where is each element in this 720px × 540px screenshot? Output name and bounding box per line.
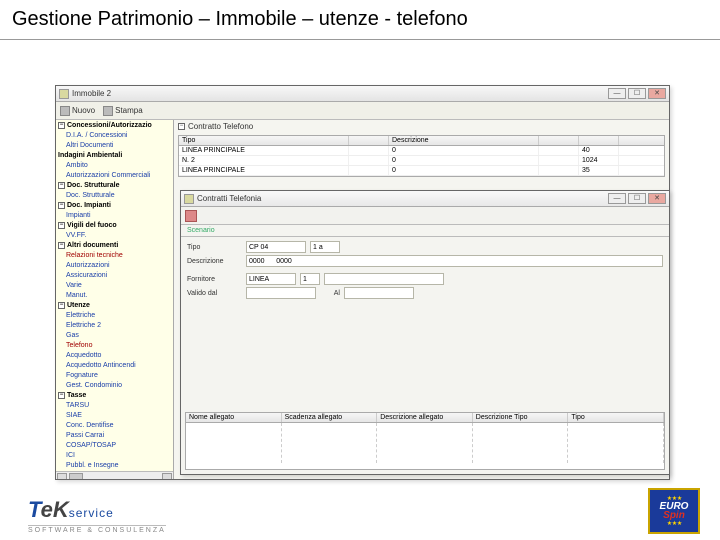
tree-node[interactable]: Varie: [56, 281, 173, 291]
valido-dal-input[interactable]: [246, 287, 316, 299]
window-icon: [59, 89, 69, 99]
tree-node[interactable]: −Concessioni/Autorizzazio: [56, 121, 173, 131]
nuovo-button[interactable]: Nuovo: [60, 106, 95, 116]
dialog-window: Contratti Telefonia — ☐ ✕ Scenario Tipo …: [180, 190, 670, 475]
maximize-button[interactable]: ☐: [628, 88, 646, 99]
tek-logo: TeKservice SOFTWARE & CONSULENZA: [28, 497, 166, 534]
print-icon: [103, 106, 113, 116]
tree-node[interactable]: Elettriche 2: [56, 321, 173, 331]
stampa-label: Stampa: [115, 106, 143, 115]
dialog-titlebar[interactable]: Contratti Telefonia — ☐ ✕: [181, 191, 669, 207]
al-label: Al: [320, 290, 340, 297]
tab-scenario[interactable]: Scenario: [181, 225, 669, 237]
valido-dal-label: Valido dal: [187, 290, 242, 297]
stampa-button[interactable]: Stampa: [103, 106, 143, 116]
tree-node[interactable]: Elettriche: [56, 311, 173, 321]
section-label: Contratto Telefono: [188, 122, 253, 131]
toolbar: Nuovo Stampa: [56, 102, 669, 120]
main-titlebar[interactable]: Immobile 2 — ☐ ✕: [56, 86, 669, 102]
tree-node[interactable]: Conc. Dentifise: [56, 421, 173, 431]
tree-node[interactable]: Gas: [56, 331, 173, 341]
dialog-form: Tipo Descrizione Fornitore Valido dal Al: [181, 237, 669, 303]
close-button[interactable]: ✕: [648, 88, 666, 99]
fornitore-label: Fornitore: [187, 276, 242, 283]
tree-node[interactable]: Fognature: [56, 371, 173, 381]
new-icon: [60, 106, 70, 116]
contract-grid[interactable]: TipoDescrizioneLINEA PRINCIPALE040N. 201…: [178, 135, 665, 177]
tree-node[interactable]: Acquedotto: [56, 351, 173, 361]
tree-node[interactable]: Assicurazioni: [56, 271, 173, 281]
eurospin-logo: ★ ★ ★ EUROSpin ★ ★ ★: [648, 488, 700, 534]
tree-node[interactable]: Impianti: [56, 211, 173, 221]
tree-node[interactable]: Autorizzazioni: [56, 261, 173, 271]
tree-node[interactable]: TARSU: [56, 401, 173, 411]
section-header[interactable]: − Contratto Telefono: [174, 120, 669, 133]
dialog-toolbar: [181, 207, 669, 225]
grid-row[interactable]: N. 201024: [179, 156, 664, 166]
tree-node[interactable]: COSAP/TOSAP: [56, 441, 173, 451]
tree-node[interactable]: −Utenze: [56, 301, 173, 311]
grid-row[interactable]: LINEA PRINCIPALE040: [179, 146, 664, 156]
tree-node[interactable]: Pubbl. e Insegne: [56, 461, 173, 471]
tree-node[interactable]: Altri Documenti: [56, 141, 173, 151]
page-title: Gestione Patrimonio – Immobile – utenze …: [0, 0, 720, 40]
minimize-button[interactable]: —: [608, 88, 626, 99]
tree-scrollbar[interactable]: [56, 471, 173, 479]
tek-sub: SOFTWARE & CONSULENZA: [28, 525, 166, 534]
tree-node[interactable]: Passi Carrai: [56, 431, 173, 441]
tipo-label: Tipo: [187, 244, 242, 251]
fornitore-num-input[interactable]: [300, 273, 320, 285]
tree-node[interactable]: −Doc. Strutturale: [56, 181, 173, 191]
nuovo-label: Nuovo: [72, 106, 95, 115]
window-title: Immobile 2: [72, 89, 608, 98]
fornitore-input[interactable]: [246, 273, 296, 285]
tree-node[interactable]: −Tasse: [56, 391, 173, 401]
tree-node[interactable]: Acquedotto Antincendi: [56, 361, 173, 371]
tree-node[interactable]: Autorizzazioni Commerciali: [56, 171, 173, 181]
tipo-extra-input[interactable]: [310, 241, 340, 253]
tree-node[interactable]: −Doc. Impianti: [56, 201, 173, 211]
attachments-grid[interactable]: Nome allegatoScadenza allegatoDescrizion…: [185, 412, 665, 470]
valido-al-input[interactable]: [344, 287, 414, 299]
tree-node[interactable]: VV.FF.: [56, 231, 173, 241]
tree-node[interactable]: D.I.A. / Concessioni: [56, 131, 173, 141]
tree-node[interactable]: Doc. Strutturale: [56, 191, 173, 201]
dialog-icon: [184, 194, 194, 204]
descrizione-label: Descrizione: [187, 258, 242, 265]
tipo-input[interactable]: [246, 241, 306, 253]
tree-node[interactable]: SIAE: [56, 411, 173, 421]
fornitore-extra-input[interactable]: [324, 273, 444, 285]
tree-node[interactable]: −Vigili del fuoco: [56, 221, 173, 231]
grid-row[interactable]: LINEA PRINCIPALE035: [179, 166, 664, 176]
tree-node[interactable]: −Altri documenti: [56, 241, 173, 251]
dialog-close-button[interactable]: ✕: [648, 193, 666, 204]
tree-node[interactable]: Ambito: [56, 161, 173, 171]
tree-node[interactable]: Relazioni tecniche: [56, 251, 173, 261]
dialog-maximize-button[interactable]: ☐: [628, 193, 646, 204]
tree-node[interactable]: ICI: [56, 451, 173, 461]
tree-node[interactable]: Gest. Condominio: [56, 381, 173, 391]
dialog-minimize-button[interactable]: —: [608, 193, 626, 204]
tree-node[interactable]: Indagini Ambientali: [56, 151, 173, 161]
save-icon[interactable]: [185, 210, 197, 222]
footer-logos: TeKservice SOFTWARE & CONSULENZA ★ ★ ★ E…: [28, 488, 700, 534]
dialog-title: Contratti Telefonia: [197, 194, 608, 203]
nav-tree[interactable]: −Concessioni/AutorizzazioD.I.A. / Conces…: [56, 120, 174, 479]
tree-node[interactable]: Manut.: [56, 291, 173, 301]
tree-node[interactable]: Telefono: [56, 341, 173, 351]
descrizione-input[interactable]: [246, 255, 663, 267]
